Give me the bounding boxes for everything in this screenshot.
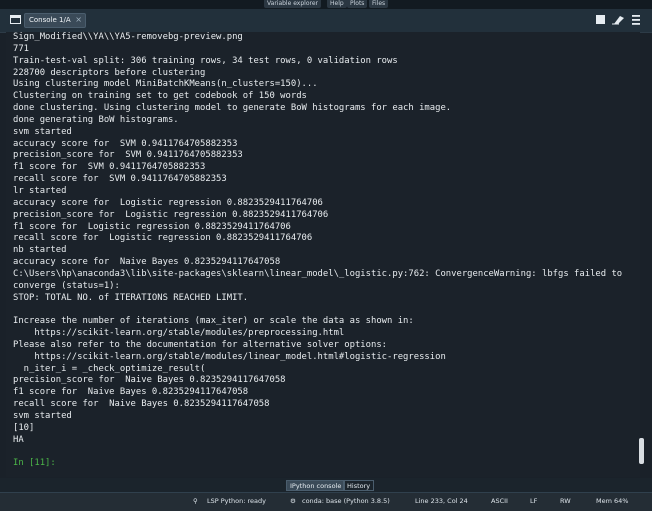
console-output-line: HA [13,434,24,445]
console-output-line: Increase the number of iterations (max_i… [13,316,414,327]
console-output-line: C:\Users\hp\anaconda3\lib\site-packages\… [13,268,623,279]
file-permissions: RW [560,497,571,505]
console-output-line: precision_score for SVM 0.94117647058823… [13,150,243,161]
file-encoding: ASCII [491,497,508,505]
console-output-line: n_iter_i = _check_optimize_result( [13,363,206,374]
console-output-line: done generating BoW histograms. [13,114,179,125]
cursor-position: Line 233, Col 24 [415,497,468,505]
tab-variable-explorer[interactable]: Variable explorer [264,0,321,8]
ipython-console[interactable]: Sign_Modified\\YA\\YA5-removebg-preview.… [6,32,644,477]
console-output-line: 228700 descriptors before clustering [13,67,206,78]
console-output: Sign_Modified\\YA\\YA5-removebg-preview.… [13,32,622,470]
tab-console-1a[interactable]: Console 1/A × [24,13,86,28]
tab-help[interactable]: Help [327,0,347,8]
lsp-status: LSP Python: ready [207,497,267,505]
conda-icon: ⚙ [290,497,296,505]
console-output-line: STOP: TOTAL NO. of ITERATIONS REACHED LI… [13,292,249,303]
console-scrollbar[interactable] [639,438,644,464]
console-output-line: Train-test-val split: 306 training rows,… [13,55,398,66]
lsp-status-icon: ⚲ [193,497,198,505]
conda-env: conda: base (Python 3.8.5) [302,497,390,505]
console-output-line: Please also refer to the documentation f… [13,339,388,350]
console-output-line: recall score for SVM 0.9411764705882353 [13,174,227,185]
end-of-line: LF [530,497,538,505]
tab-files[interactable]: Files [369,0,389,8]
console-output-line: svm started [13,126,72,137]
console-output-line: nb started [13,245,67,256]
console-output-line: Using clustering model MiniBatchKMeans(n… [13,79,318,90]
close-icon[interactable]: × [75,15,82,24]
console-output-line: f1 score for Naive Bayes 0.8235294117647… [13,387,249,398]
console-output-line: svm started [13,411,72,421]
status-bar: ⚲ LSP Python: ready ⚙ conda: base (Pytho… [0,492,652,511]
console-output-line: f1 score for SVM 0.9411764705882353 [13,162,206,173]
top-pane-tabs: Variable explorer Help Plots Files [0,0,652,9]
console-pane-icon [10,15,21,24]
console-output-line: converge (status=1): [13,280,120,291]
console-output-line: precision_score for Naive Bayes 0.823529… [13,375,286,386]
input-prompt: In [11]: [13,458,56,469]
console-output-line: https://scikit-learn.org/stable/modules/… [13,328,345,339]
stop-kernel-icon[interactable] [596,15,605,24]
clear-console-icon[interactable] [611,14,625,28]
console-output-line: 771 [13,43,30,54]
console-output-line: accuracy score for SVM 0.941176470588235… [13,138,238,149]
tab-ipython-console[interactable]: IPython console [286,480,346,491]
console-output-line: recall score for Logistic regression 0.8… [13,233,313,244]
console-output-line: [10] [13,422,35,433]
console-panel-header: Console 1/A × [0,9,652,33]
console-output-line: recall score for Naive Bayes 0.823529411… [13,399,270,410]
console-tab-label: Console 1/A [29,16,71,24]
options-menu-icon[interactable] [632,15,640,28]
console-output-line: Sign_Modified\\YA\\YA5-removebg-preview.… [13,32,243,42]
tab-history[interactable]: History [343,480,375,491]
console-output-line: done clustering. Using clustering model … [13,103,452,114]
console-output-line: accuracy score for Naive Bayes 0.8235294… [13,257,281,268]
console-output-line: precision_score for Logistic regression … [13,209,329,220]
console-output-line: lr started [13,185,67,196]
console-output-line: https://scikit-learn.org/stable/modules/… [13,351,446,362]
bottom-pane-tabs: IPython console History [0,478,652,492]
memory-usage: Mem 64% [596,497,629,505]
console-output-line: f1 score for Logistic regression 0.88235… [13,221,291,232]
console-output-line: accuracy score for Logistic regression 0… [13,197,323,208]
tab-plots[interactable]: Plots [347,0,368,8]
console-output-line: Clustering on training set to get codebo… [13,91,307,102]
